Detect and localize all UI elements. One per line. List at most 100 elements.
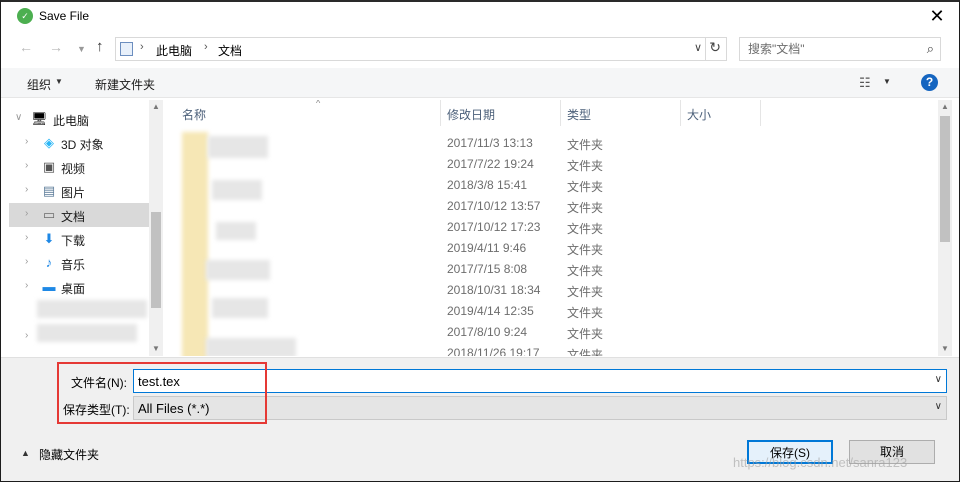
redacted-file-name	[216, 222, 256, 240]
row-date: 2018/10/31 18:34	[447, 283, 541, 297]
tree-item-pictures[interactable]: › ▤ 图片	[9, 179, 149, 203]
column-header-size[interactable]: 大小	[681, 100, 761, 126]
tree-item-3d-objects[interactable]: › ◈ 3D 对象	[9, 131, 149, 155]
tree-item-label: 3D 对象	[61, 138, 104, 152]
tree-item-label: 视频	[61, 162, 86, 176]
computer-icon: 🖥	[31, 111, 48, 126]
row-type: 文件夹	[567, 201, 604, 215]
chevron-right-icon[interactable]: ›	[25, 184, 28, 195]
scroll-down-icon[interactable]: ▼	[941, 344, 949, 353]
chevron-down-icon[interactable]: ∨	[935, 401, 942, 412]
help-icon[interactable]: ?	[921, 74, 938, 91]
row-date: 2017/10/12 13:57	[447, 199, 541, 213]
tree-item-label: 音乐	[61, 258, 86, 272]
chevron-right-icon[interactable]: ›	[25, 256, 28, 267]
breadcrumb-documents[interactable]: 文档	[218, 42, 242, 59]
folder-icon	[182, 132, 208, 356]
row-type: 文件夹	[567, 306, 604, 320]
row-date: 2019/4/11 9:46	[447, 241, 527, 255]
row-date: 2017/11/3 13:13	[447, 136, 533, 150]
row-type: 文件夹	[567, 180, 604, 194]
redacted-tree-item	[37, 324, 137, 342]
recent-locations-chevron-icon[interactable]: ▼	[77, 44, 86, 54]
picture-icon: ▤	[42, 183, 56, 198]
row-type: 文件夹	[567, 348, 604, 356]
download-icon: ⬇	[43, 231, 55, 246]
row-type: 文件夹	[567, 264, 604, 278]
row-type: 文件夹	[567, 138, 604, 152]
column-header-type[interactable]: 类型	[561, 100, 681, 126]
scrollbar-thumb[interactable]	[151, 212, 161, 308]
title-bar: ✓ Save File ✕	[1, 2, 959, 32]
redacted-file-names	[176, 112, 306, 356]
redacted-file-name	[206, 338, 296, 356]
tree-item-documents[interactable]: › ▭ 文档	[9, 203, 149, 227]
address-bar[interactable]: › 此电脑 › 文档 ∨ ↻	[115, 37, 727, 61]
tree-item-desktop[interactable]: › ▬ 桌面	[9, 275, 149, 299]
tree-item-label: 文档	[61, 210, 86, 224]
chevron-right-icon[interactable]: ›	[25, 136, 28, 147]
watermark: https://blog.csdn.net/sanra123	[733, 455, 908, 470]
scroll-up-icon[interactable]: ▲	[152, 102, 160, 111]
caret-down-icon[interactable]: ▼	[55, 77, 63, 86]
tree-item-videos[interactable]: › ▣ 视频	[9, 155, 149, 179]
row-date: 2018/3/8 15:41	[447, 178, 528, 192]
save-file-dialog: ✓ Save File ✕ ← → ▼ ↑ › 此电脑 › 文档 ∨ ↻ ⌕ 组…	[0, 0, 960, 482]
window-title: Save File	[39, 9, 90, 23]
tree-item-label: 此电脑	[53, 114, 90, 128]
row-date: 2019/4/14 12:35	[447, 304, 534, 318]
view-options-icon[interactable]: ☷	[859, 75, 871, 91]
sort-ascending-icon: ^	[316, 100, 321, 108]
new-folder-button[interactable]: 新建文件夹	[95, 76, 155, 93]
video-icon: ▣	[42, 159, 56, 174]
navigation-scrollbar[interactable]: ▲ ▼	[149, 100, 163, 356]
chevron-right-icon[interactable]: ›	[25, 160, 28, 171]
column-header-date[interactable]: 修改日期	[441, 100, 561, 126]
scrollbar-thumb[interactable]	[940, 116, 950, 242]
chevron-down-icon[interactable]: ∨	[694, 41, 702, 54]
navigation-pane: ∨ 🖥 此电脑 › ◈ 3D 对象 › ▣ 视频 › ▤ 图片 › ▭ 文档 ›…	[9, 100, 163, 356]
address-divider	[705, 38, 706, 60]
file-list-scrollbar[interactable]: ▲ ▼	[938, 100, 952, 356]
scroll-down-icon[interactable]: ▼	[152, 344, 160, 353]
caret-down-icon[interactable]: ▼	[883, 77, 891, 86]
row-date: 2018/11/26 19:17	[447, 346, 540, 356]
breadcrumb-this-pc[interactable]: 此电脑	[156, 42, 192, 59]
hide-folders-label[interactable]: 隐藏文件夹	[39, 446, 99, 463]
chevron-right-icon[interactable]: ›	[25, 330, 28, 341]
close-button[interactable]: ✕	[923, 6, 951, 28]
chevron-right-icon[interactable]: ›	[25, 208, 28, 219]
tree-item-this-pc[interactable]: ∨ 🖥 此电脑	[9, 107, 149, 131]
scroll-up-icon[interactable]: ▲	[941, 102, 949, 111]
row-type: 文件夹	[567, 159, 604, 173]
music-icon: ♪	[45, 255, 53, 270]
search-icon[interactable]: ⌕	[927, 41, 934, 57]
chevron-down-icon[interactable]: ∨	[935, 374, 942, 385]
redacted-file-name	[206, 260, 270, 280]
chevron-right-icon[interactable]: ›	[25, 280, 28, 291]
chevron-right-icon[interactable]: ›	[204, 41, 208, 53]
back-arrow-icon[interactable]: ←	[19, 39, 33, 55]
organize-button[interactable]: 组织	[27, 76, 51, 93]
toolbar: 组织 ▼ 新建文件夹 ☷ ▼ ?	[1, 68, 959, 98]
computer-icon	[120, 42, 133, 56]
up-arrow-icon[interactable]: ↑	[96, 38, 104, 55]
chevron-down-icon[interactable]: ∨	[15, 112, 22, 123]
row-date: 2017/7/22 19:24	[447, 157, 534, 171]
search-box[interactable]: ⌕	[739, 37, 941, 61]
desktop-icon: ▬	[42, 279, 56, 294]
tree-item-music[interactable]: › ♪ 音乐	[9, 251, 149, 275]
tree-item-downloads[interactable]: › ⬇ 下载	[9, 227, 149, 251]
cube-icon: ◈	[44, 135, 54, 150]
search-input[interactable]	[740, 38, 916, 60]
annotation-highlight-box	[57, 362, 267, 424]
forward-arrow-icon[interactable]: →	[49, 39, 63, 55]
document-icon: ▭	[42, 207, 56, 222]
caret-up-icon[interactable]: ▲	[21, 448, 30, 458]
tree-item-label: 桌面	[61, 282, 86, 296]
chevron-right-icon[interactable]: ›	[25, 232, 28, 243]
column-header-label: 类型	[567, 108, 592, 122]
row-date: 2017/8/10 9:24	[447, 325, 528, 339]
chevron-right-icon[interactable]: ›	[140, 41, 144, 53]
refresh-icon[interactable]: ↻	[709, 39, 721, 56]
